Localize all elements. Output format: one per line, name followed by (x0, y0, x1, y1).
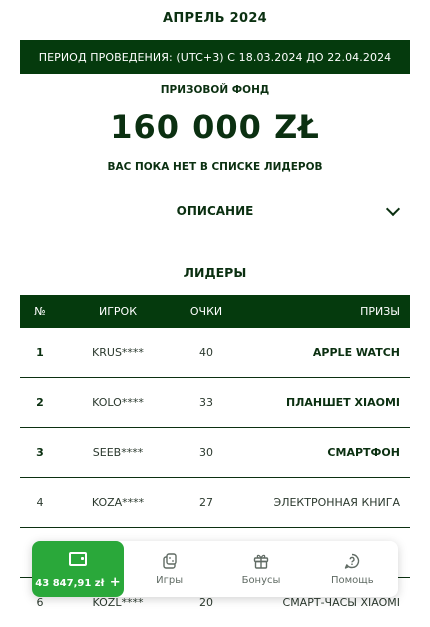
row-prize: ПЛАНШЕТ XIAOMI (286, 396, 400, 409)
row-points: 20 (199, 596, 213, 609)
row-player: KOLO**** (92, 396, 144, 409)
nav-games[interactable]: Игры (124, 541, 215, 597)
nav-help-label: Помощь (331, 575, 374, 586)
row-prize: СМАРТ-ЧАСЫ XIAOMI (282, 596, 400, 609)
leaders-title: ЛИДЕРЫ (183, 265, 247, 280)
wallet-amount-text: 43 847,91 zł (35, 578, 105, 589)
prize-fund-amount: 160 000 ZŁ (110, 108, 320, 146)
help-icon (345, 553, 360, 569)
nav-help[interactable]: Помощь (307, 541, 398, 597)
not-in-leaders-notice: ВАС ПОКА НЕТ В СПИСКЕ ЛИДЕРОВ (107, 161, 323, 173)
header-num: № (34, 305, 46, 318)
row-num: 1 (36, 346, 44, 359)
nav-games-label: Игры (156, 575, 184, 586)
period-text: ПЕРИОД ПРОВЕДЕНИЯ: (UTC+3) С 18.03.2024 … (38, 50, 392, 64)
row-num: 3 (36, 446, 44, 459)
row-points: 30 (199, 446, 213, 459)
gift-icon (253, 554, 269, 569)
nav-bonuses-label: Бонусы (241, 575, 281, 586)
row-points: 33 (199, 396, 213, 409)
table-row: 1 KRUS**** 40 APPLE WATCH (20, 328, 410, 378)
row-prize: СМАРТФОН (327, 446, 400, 459)
chevron-down-icon (385, 201, 401, 217)
plus-icon: + (109, 575, 121, 590)
row-player: KRUS**** (92, 346, 144, 359)
table-row: 2 KOLO**** 33 ПЛАНШЕТ XIAOMI (20, 378, 410, 428)
row-player: SEEB**** (92, 446, 144, 459)
header-player: ИГРОК (98, 305, 138, 318)
games-icon (162, 553, 177, 569)
header-prize: ПРИЗЫ (360, 305, 400, 318)
prize-fund-label: ПРИЗОВОЙ ФОНД (160, 84, 270, 96)
row-num: 4 (36, 496, 44, 509)
row-prize: APPLE WATCH (312, 346, 400, 359)
wallet-balance: 43 847,91 zł + (35, 575, 120, 590)
description-label: ОПИСАНИЕ (176, 204, 254, 218)
row-points: 40 (199, 346, 213, 359)
period-banner: ПЕРИОД ПРОВЕДЕНИЯ: (UTC+3) С 18.03.2024 … (20, 40, 410, 74)
row-num: 6 (36, 596, 44, 609)
wallet-icon (69, 552, 87, 566)
bottom-navigation: 43 847,91 zł + Игры Бонусы Помощь (32, 541, 398, 597)
wallet-button[interactable]: 43 847,91 zł + (32, 541, 124, 597)
tournament-month: АПРЕЛЬ 2024 (162, 11, 268, 26)
table-row: 3 SEEB**** 30 СМАРТФОН (20, 428, 410, 478)
row-num: 2 (36, 396, 44, 409)
row-player: KOZA**** (91, 496, 145, 509)
description-toggle[interactable]: ОПИСАНИЕ (20, 198, 410, 224)
row-points: 27 (199, 496, 213, 509)
nav-bonuses[interactable]: Бонусы (215, 541, 306, 597)
row-prize: ЭЛЕКТРОННАЯ КНИГА (273, 496, 400, 509)
table-header: № ИГРОК ОЧКИ ПРИЗЫ (20, 295, 410, 328)
table-row: 4 KOZA**** 27 ЭЛЕКТРОННАЯ КНИГА (20, 478, 410, 528)
header-points: ОЧКИ (189, 305, 223, 318)
row-player: KOZL**** (92, 596, 144, 609)
